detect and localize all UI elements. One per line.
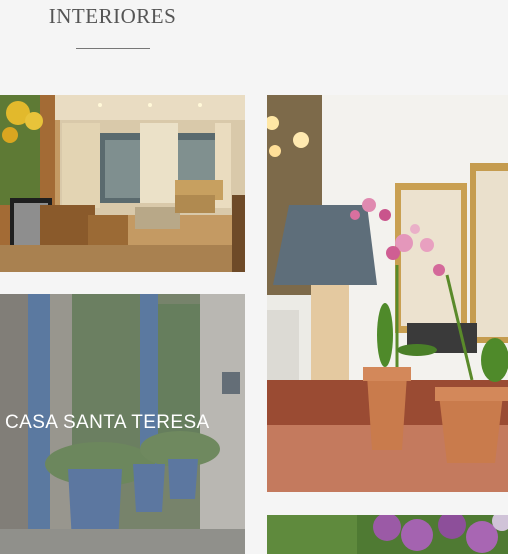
- gallery-tile-garden[interactable]: [267, 515, 508, 554]
- gallery-tile-living-room[interactable]: [0, 95, 245, 272]
- living-room-photo: [0, 95, 245, 272]
- title-underline: [76, 48, 150, 49]
- tile-caption: CASA SANTA TERESA: [5, 412, 210, 433]
- gallery-tile-orchids[interactable]: [267, 95, 508, 492]
- gallery-tile-santa-teresa[interactable]: CASA SANTA TERESA: [0, 294, 245, 554]
- garden-photo: [267, 515, 508, 554]
- section-title: INTERIORES: [48, 4, 177, 28]
- orchids-photo: [267, 95, 508, 492]
